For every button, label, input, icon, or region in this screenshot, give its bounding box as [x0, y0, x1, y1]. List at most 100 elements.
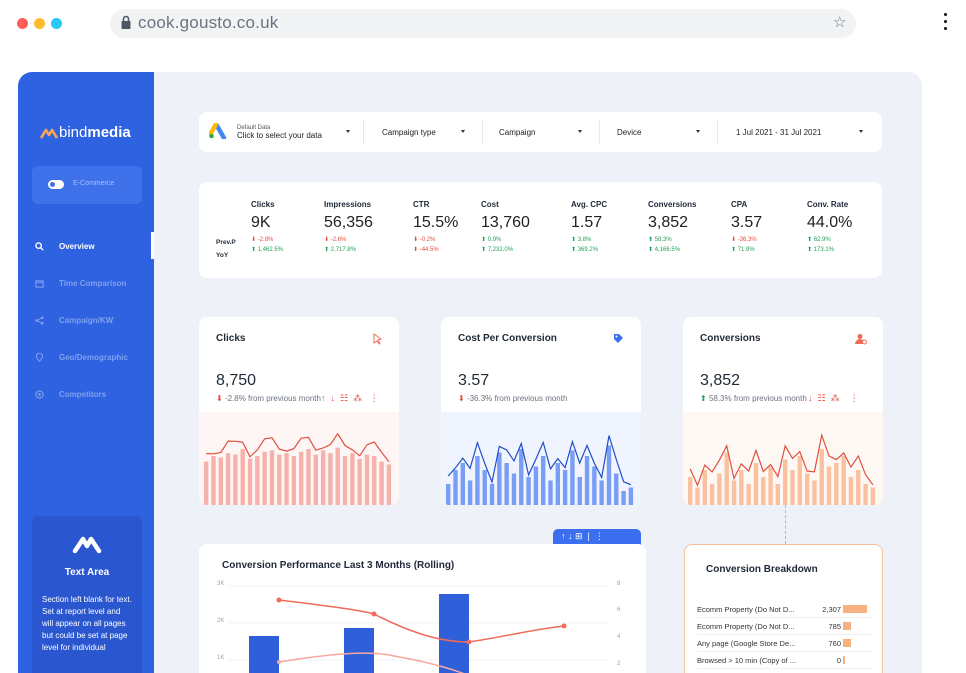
- chart-toolbar[interactable]: ↓ ☷ ⁂ ⋮: [808, 393, 859, 404]
- kpi-prev-text: -2.8%: [257, 237, 274, 243]
- y-tick-right: 2: [617, 661, 621, 667]
- sparkline-bar: [856, 470, 861, 505]
- bindmedia-mark-icon: [72, 536, 102, 554]
- kpi-label: Clicks: [251, 200, 275, 209]
- clicks-card: Clicks 8,750 ⬇ -2.8% from previous month: [199, 317, 399, 505]
- series-1-point: [561, 623, 567, 629]
- sparkline-bar: [291, 456, 297, 505]
- device-filter[interactable]: Device: [617, 112, 717, 152]
- kpi-scorecard: Prev.P YoY Clicks 9K ⬇ -2.8% ⬆ 1,462.5% Impr…: [199, 182, 882, 278]
- sparkline-bar: [299, 451, 304, 505]
- kpi-value: 9K: [251, 214, 271, 231]
- sparkline-bar: [783, 459, 788, 505]
- ecommerce-toggle[interactable]: E-Commerce: [32, 166, 142, 204]
- sparkline-bar: [548, 480, 553, 505]
- row-value: 785: [828, 622, 841, 631]
- y-tick: 2K: [217, 618, 225, 624]
- card-value: 3,852: [700, 372, 741, 389]
- kpi-yoy-change: ⬆ 369.2%: [571, 247, 599, 253]
- close-window-button[interactable]: [17, 18, 28, 29]
- conversion-performance-chart: Conversion Performance Last 3 Months (Ro…: [199, 544, 646, 673]
- kpi-conversions: Conversions 3,852 ⬆ 58.3% ⬆ 4,166.5%: [648, 200, 696, 253]
- chevron-down-icon: [859, 130, 863, 133]
- maximize-window-button[interactable]: [51, 18, 62, 29]
- kpi-prev-text: -0.2%: [419, 237, 436, 243]
- kpi-label: Impressions: [324, 200, 372, 209]
- performance-plot: [229, 585, 609, 673]
- sparkline-bar: [577, 477, 582, 505]
- campaign-type-filter[interactable]: Campaign type: [382, 112, 482, 152]
- kpi-yoy-text: 71.9%: [737, 247, 755, 253]
- sparkline-bar: [386, 464, 392, 505]
- bindmedia-logo-icon: [40, 128, 58, 139]
- row-value: 2,307: [822, 605, 841, 614]
- table-row: Ecomm Property (Do Not D... 2,307: [697, 601, 872, 618]
- brand-logo: bind media: [40, 124, 131, 141]
- lock-icon: [121, 15, 131, 29]
- toggle-label: E-Commerce: [73, 180, 115, 187]
- kpi-value: 1.57: [571, 214, 603, 231]
- sparkline-bar: [262, 451, 267, 505]
- kpi-value: 56,356: [324, 214, 373, 231]
- card-title: Conversions: [700, 333, 761, 344]
- toggle-switch-icon: [48, 180, 64, 189]
- nav-campaign-kw[interactable]: Campaign/KW: [18, 310, 154, 330]
- kpi-label: Cost: [481, 200, 499, 209]
- url-text: cook.gousto.co.uk: [138, 13, 279, 32]
- sparkline-bar: [320, 450, 326, 505]
- sparkline-bar: [562, 470, 568, 505]
- nav-overview[interactable]: Overview: [18, 236, 154, 256]
- nav-competitors[interactable]: Competitors: [18, 384, 154, 404]
- sparkline-bar: [819, 449, 824, 505]
- sparkline-bar: [519, 449, 524, 505]
- sparkline-bar: [570, 450, 575, 505]
- browser-menu-icon[interactable]: [944, 13, 948, 34]
- y-tick-right: 8: [617, 581, 621, 587]
- kpi-yoy-change: ⬆ 1,462.5%: [251, 247, 284, 253]
- nav-label: Campaign/KW: [59, 315, 114, 325]
- sparkline-bar: [702, 470, 707, 505]
- card-value: 3.57: [458, 372, 490, 389]
- sparkline-bar: [541, 456, 546, 505]
- sparkline-bar: [218, 457, 223, 505]
- sparkline-bar: [277, 454, 282, 505]
- campaign-filter[interactable]: Campaign: [499, 112, 599, 152]
- nav-time-comparison[interactable]: Time Comparison: [18, 273, 154, 293]
- sparkline-bar: [724, 452, 729, 505]
- chart-toolbar[interactable]: ↑ ↓ ☷ ⁂ ⋮: [321, 393, 379, 404]
- chart-toolbar[interactable]: ↑ ↓ ⊞ | ⋮: [553, 529, 641, 545]
- sparkline-bar: [790, 470, 795, 505]
- sparkline-bar: [489, 484, 495, 505]
- sparkline-bar: [709, 484, 715, 505]
- sparkline-bar: [812, 480, 817, 505]
- nav-geo-demographic[interactable]: Geo/Demographic: [18, 347, 154, 367]
- sparkline-bar: [533, 466, 539, 505]
- sparkline-bar: [511, 473, 517, 505]
- kpi-prev-change: ⬆ 58.3%: [648, 237, 672, 243]
- minimize-window-button[interactable]: [34, 18, 45, 29]
- chevron-down-icon: [696, 130, 700, 133]
- sparkline-bar: [731, 480, 737, 505]
- sparkline-bar: [233, 454, 238, 505]
- kpi-value: 3.57: [731, 214, 763, 231]
- sparkline-bar: [211, 456, 216, 505]
- filter-label: 1 Jul 2021 - 31 Jul 2021: [736, 127, 822, 137]
- sparkline-bar: [364, 454, 370, 505]
- series-1-point: [276, 597, 282, 603]
- kpi-yoy-text: 1,462.5%: [257, 247, 284, 253]
- sparkline-bar: [746, 484, 751, 505]
- chevron-down-icon: [578, 130, 582, 133]
- card-change-text: -2.8% from previous month: [224, 394, 321, 403]
- yoy-label: YoY: [216, 252, 229, 259]
- row-value: 0: [836, 656, 841, 665]
- row-bar: [843, 639, 851, 647]
- cost-per-conversion-sparkline: [441, 412, 641, 505]
- sidebar: bind media E-Commerce Overview Time Compa…: [18, 72, 154, 673]
- kpi-value: 13,760: [481, 214, 530, 231]
- bookmark-star-icon[interactable]: ☆: [833, 13, 846, 31]
- sparkline-bar: [841, 456, 846, 505]
- sparkline-bar: [753, 463, 759, 505]
- date-range-picker[interactable]: 1 Jul 2021 - 31 Jul 2021: [736, 112, 866, 152]
- location-icon: [35, 352, 44, 362]
- data-source-selector[interactable]: Default Data Click to select your data: [237, 112, 363, 152]
